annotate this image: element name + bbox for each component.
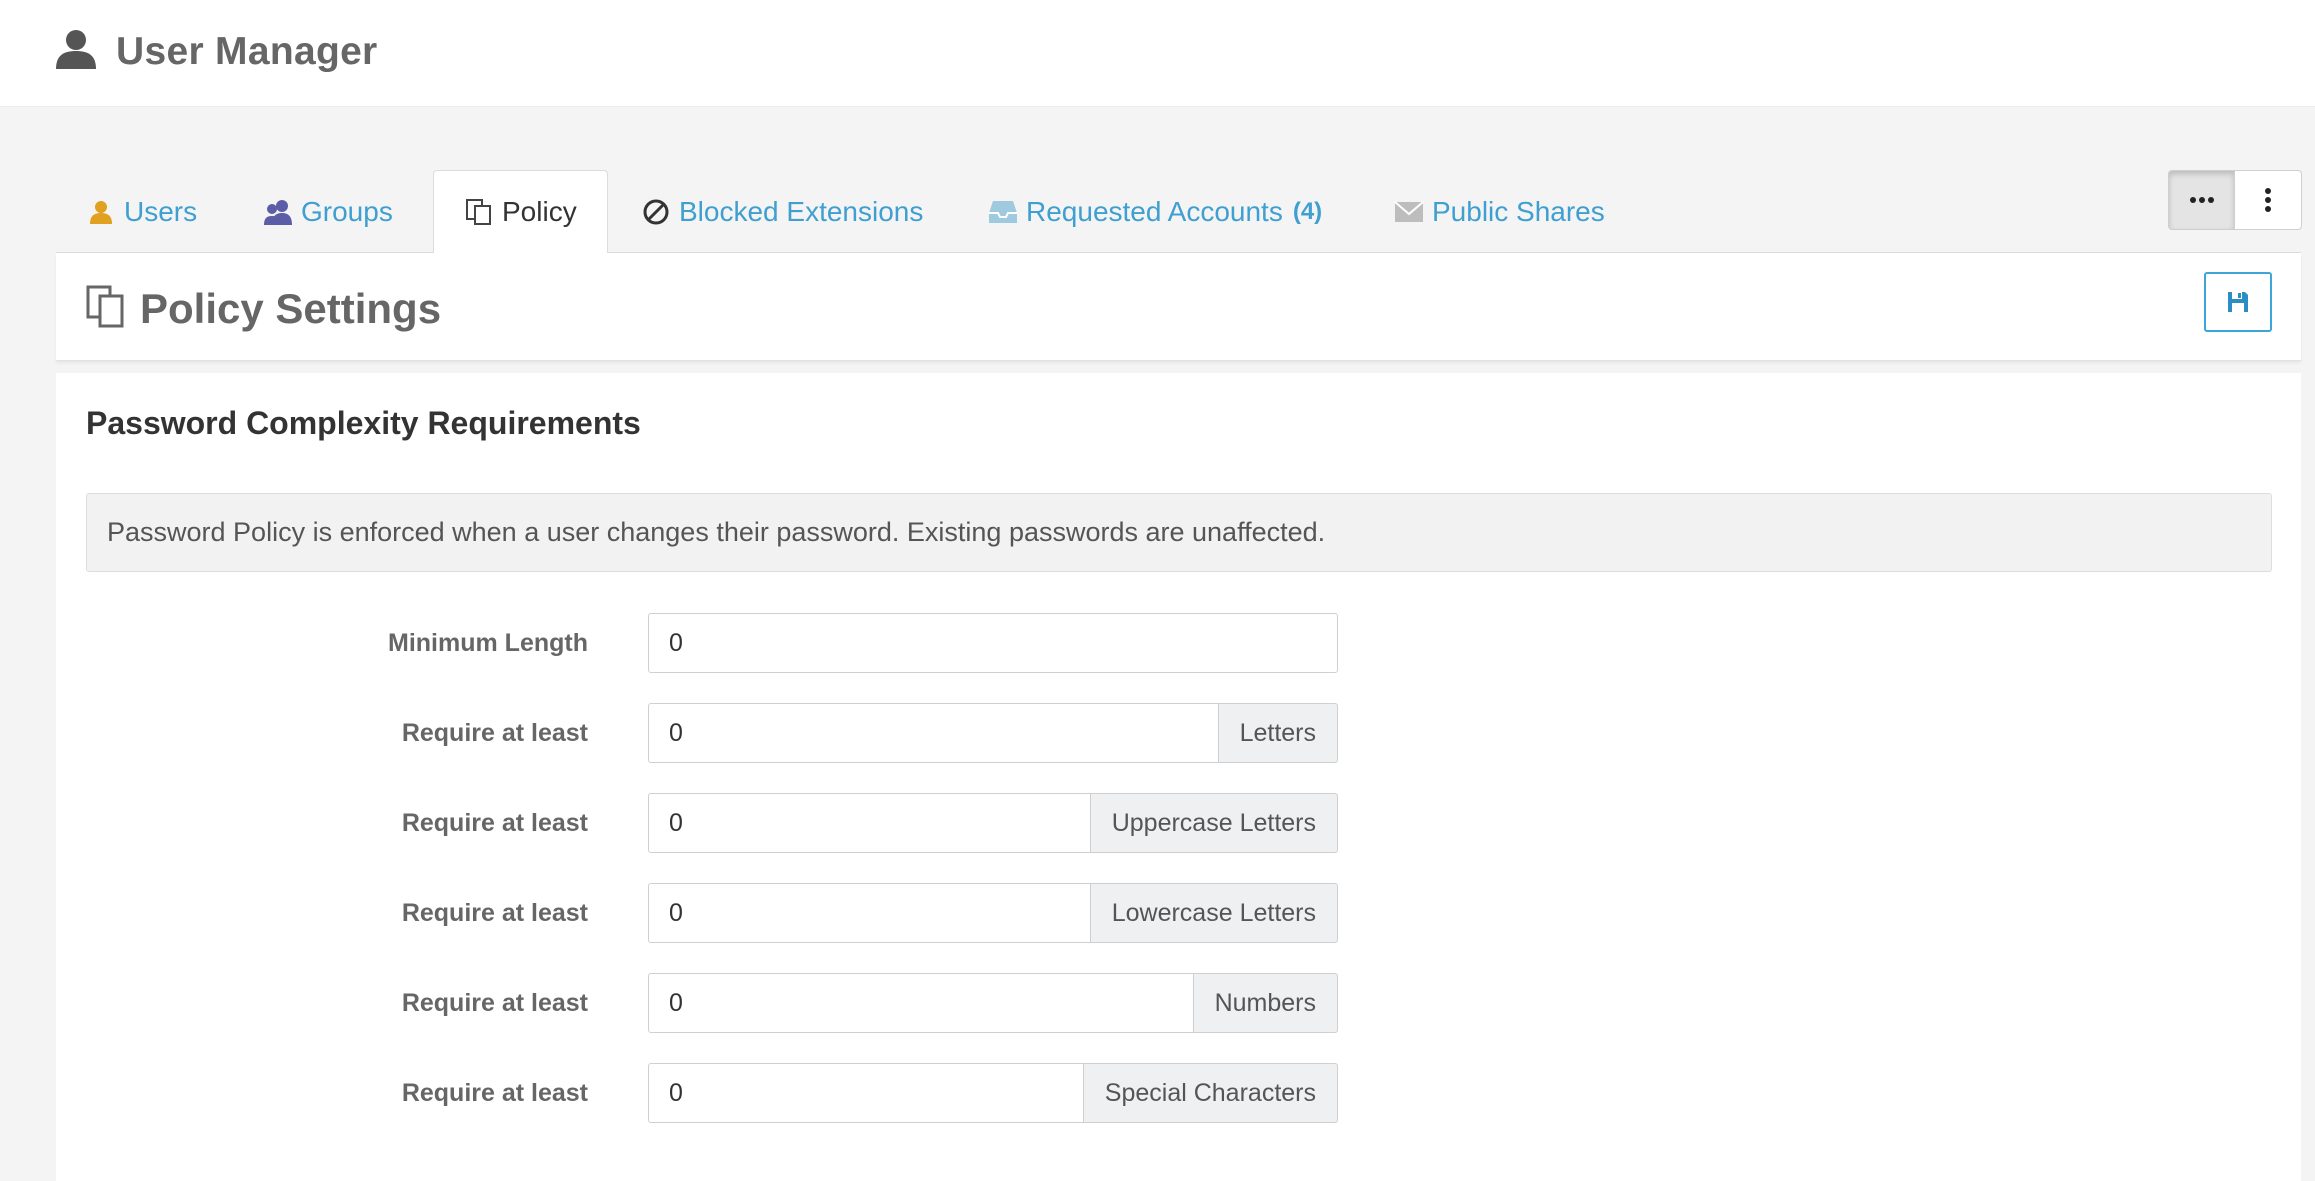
field-label: Require at least (401, 718, 588, 747)
tab-policy[interactable]: Policy (433, 170, 608, 254)
input-addon: Special Characters (1083, 1063, 1338, 1123)
input-group (648, 613, 1338, 673)
app-title: User Manager (116, 30, 378, 73)
input-group: Lowercase Letters (648, 883, 1338, 943)
tab-users[interactable]: Users (86, 170, 197, 253)
tab-count-badge: (4) (1292, 197, 1323, 225)
minimum-length-input[interactable] (648, 613, 1338, 673)
input-addon: Uppercase Letters (1090, 793, 1338, 853)
section-title: Password Complexity Requirements (86, 405, 641, 441)
input-addon: Numbers (1193, 973, 1338, 1033)
numbers-input[interactable] (648, 973, 1194, 1033)
envelope-icon (1394, 197, 1424, 227)
input-group: Uppercase Letters (648, 793, 1338, 853)
tab-blocked-extensions[interactable]: Blocked Extensions (641, 170, 923, 253)
form-row-minimum-length: Minimum Length (56, 613, 2301, 673)
tab-public-shares[interactable]: Public Shares (1394, 170, 1605, 253)
view-options-group (2168, 170, 2302, 230)
input-addon: Letters (1218, 703, 1338, 763)
lowercase-letters-input[interactable] (648, 883, 1091, 943)
copy-icon (464, 197, 494, 227)
copy-icon (86, 285, 124, 328)
special-characters-input[interactable] (648, 1063, 1084, 1123)
tab-label: Public Shares (1432, 195, 1605, 227)
input-group: Special Characters (648, 1063, 1338, 1123)
ban-icon (641, 197, 671, 227)
menu-button[interactable] (2235, 170, 2302, 230)
inbox-icon (988, 197, 1018, 227)
tab-bar: Users Groups Policy Blocked Extensions R… (56, 170, 2301, 254)
policy-form: Password Complexity Requirements Passwor… (56, 373, 2301, 1181)
form-row-lowercase: Require at least Lowercase Letters (56, 883, 2301, 943)
tab-label: Requested Accounts (1026, 195, 1283, 227)
form-row-special-characters: Require at least Special Characters (56, 1063, 2301, 1123)
tab-label: Policy (502, 196, 577, 227)
more-options-button[interactable] (2168, 170, 2235, 230)
save-button[interactable] (2204, 272, 2272, 332)
users-group-icon (263, 197, 293, 227)
uppercase-letters-input[interactable] (648, 793, 1091, 853)
form-row-uppercase: Require at least Uppercase Letters (56, 793, 2301, 853)
field-label: Require at least (401, 988, 588, 1017)
tab-requested-accounts[interactable]: Requested Accounts (4) (988, 170, 1322, 253)
field-label: Require at least (401, 1078, 588, 1107)
user-icon (56, 30, 96, 69)
form-row-letters: Require at least Letters (56, 703, 2301, 763)
info-text: Password Policy is enforced when a user … (107, 517, 1326, 547)
ellipsis-horizontal-icon (2189, 197, 2214, 203)
input-addon: Lowercase Letters (1090, 883, 1338, 943)
info-alert: Password Policy is enforced when a user … (86, 493, 2272, 572)
ellipsis-vertical-icon (2265, 188, 2271, 212)
input-group: Numbers (648, 973, 1338, 1033)
app-header: User Manager (0, 0, 2315, 107)
floppy-disk-icon (2228, 292, 2248, 312)
user-icon (86, 197, 116, 227)
input-group: Letters (648, 703, 1338, 763)
tab-groups[interactable]: Groups (263, 170, 393, 253)
field-label: Minimum Length (388, 628, 588, 657)
page-title: Policy Settings (140, 285, 442, 332)
tab-label: Users (124, 195, 198, 227)
form-row-numbers: Require at least Numbers (56, 973, 2301, 1033)
field-label: Require at least (401, 898, 588, 927)
tab-label: Blocked Extensions (679, 195, 924, 227)
field-label: Require at least (401, 808, 588, 837)
tab-label: Groups (301, 195, 393, 227)
panel-header: Policy Settings (56, 253, 2301, 361)
letters-input[interactable] (648, 703, 1219, 763)
